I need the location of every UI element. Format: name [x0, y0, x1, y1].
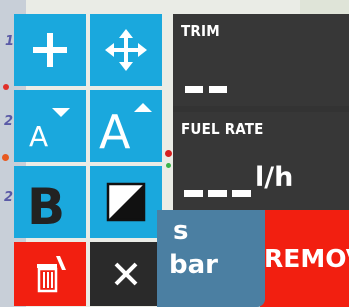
trim-title: TRIM [181, 22, 220, 40]
map-depth-label: 2 [4, 190, 14, 205]
map-marker [2, 154, 9, 161]
map-marker [3, 84, 9, 90]
font-size-increase-icon: A [99, 103, 152, 154]
close-icon [114, 262, 138, 286]
add-button[interactable] [14, 14, 86, 86]
map-marker [166, 163, 171, 168]
add-bar-label-line2: bar [169, 250, 218, 280]
fuel-rate-title: FUEL RATE [181, 120, 264, 138]
add-bar-label-line1: s [173, 216, 189, 246]
trash-icon [37, 256, 66, 293]
add-bar-button[interactable]: s bar [157, 210, 265, 307]
delete-button[interactable] [14, 242, 86, 306]
fuel-rate-instrument[interactable]: FUEL RATE l/h [173, 112, 349, 210]
close-button[interactable] [90, 242, 162, 306]
move-button[interactable] [90, 14, 162, 86]
trim-placeholder-dash [185, 86, 203, 93]
trim-placeholder-dash [209, 86, 227, 93]
move-arrows-icon [105, 29, 147, 71]
svg-text:A: A [99, 105, 131, 154]
map-depth-label: 1 [5, 34, 15, 49]
fuel-rate-placeholder-dash [232, 190, 251, 197]
plus-icon [33, 33, 67, 67]
map-depth-label: 2 [4, 114, 14, 129]
instrument-panel: TRIM FUEL RATE l/h [173, 14, 349, 210]
font-size-decrease-icon: A [29, 108, 70, 152]
remove-button-label: REMOVE [264, 244, 349, 273]
map-land-area [300, 0, 349, 14]
remove-button[interactable]: REMOVE [260, 210, 349, 307]
increase-font-button[interactable]: A [90, 90, 162, 162]
decrease-font-button[interactable]: A [14, 90, 86, 162]
fuel-rate-placeholder-dash [184, 190, 203, 197]
svg-text:B: B [27, 178, 65, 228]
trim-instrument[interactable]: TRIM [173, 14, 349, 106]
fuel-rate-placeholder-dash [208, 190, 227, 197]
bold-button[interactable]: B [14, 166, 86, 238]
fuel-rate-unit: l/h [255, 162, 294, 193]
map-marker [165, 150, 172, 157]
svg-text:A: A [29, 120, 48, 152]
contrast-icon [106, 182, 146, 222]
contrast-button[interactable] [90, 166, 162, 238]
instrument-edit-menu: A A B [14, 14, 166, 306]
bold-icon: B [27, 178, 65, 228]
